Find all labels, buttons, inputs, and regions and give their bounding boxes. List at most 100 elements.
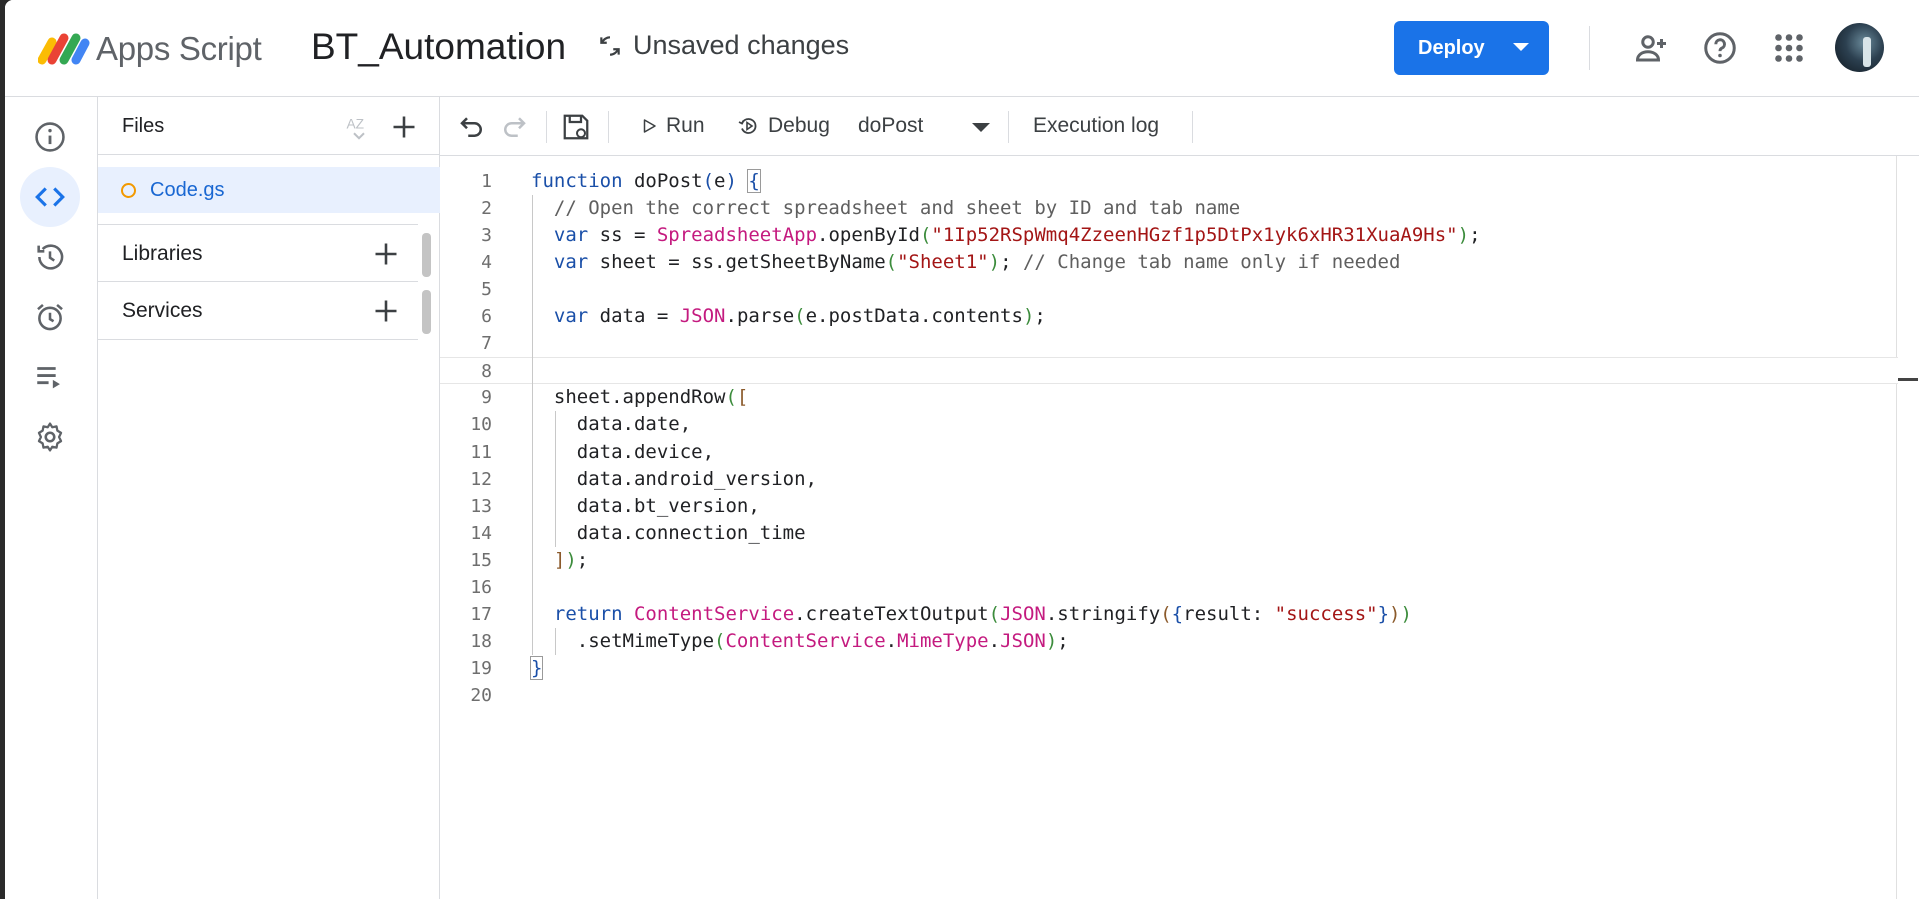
sort-az-icon[interactable]: AZ [344,112,374,142]
code-line[interactable]: 14 data.connection_time [440,520,1898,547]
project-settings-button[interactable] [20,407,80,467]
run-label: Run [666,114,705,137]
function-select[interactable]: doPost [858,114,923,138]
project-title[interactable]: BT_Automation [311,26,566,68]
account-avatar[interactable] [1835,23,1884,72]
code-token: ; [1034,305,1046,328]
info-icon [35,122,65,152]
line-code: } [529,655,544,682]
code-token: [ [736,386,749,409]
file-item-code-gs[interactable]: Code.gs [98,167,440,213]
files-title: Files [122,115,165,137]
debug-button[interactable]: Debug [736,114,830,138]
code-editor[interactable]: 1 function doPost(e) {2 // Open the corre… [440,156,1919,899]
add-file-icon[interactable] [390,113,418,141]
undo-icon[interactable] [457,112,487,142]
executions-button[interactable] [20,347,80,407]
code-token: ; [1057,629,1069,652]
overview-button[interactable] [20,107,80,167]
code-line[interactable]: 5 [440,276,1898,303]
line-number: 17 [470,603,492,625]
left-nav-rail [5,97,98,899]
line-code: return ContentService.createTextOutput(J… [531,601,1412,628]
code-token: "1Ip52RSpWmq4ZzeenHGzf1p5DtPx1yk6xHR31Xu… [931,224,1458,247]
code-token: ) [565,548,577,571]
line-number: 19 [470,657,492,679]
line-number: 15 [470,549,492,571]
add-library-icon[interactable] [372,240,400,268]
indent-guide [532,195,533,655]
line-code: ]); [531,547,588,574]
triggers-button[interactable] [20,287,80,347]
code-line[interactable]: 19} [440,655,1898,682]
libraries-label: Libraries [122,242,203,265]
code-line[interactable]: 11 data.device, [440,439,1898,466]
code-line[interactable]: 9 sheet.appendRow([ [440,384,1898,411]
code-line[interactable]: 6 var data = JSON.parse(e.postData.conte… [440,303,1898,330]
code-line[interactable]: 2 // Open the correct spreadsheet and sh… [440,195,1898,222]
code-token: } [529,655,544,680]
code-line[interactable]: 18 .setMimeType(ContentService.MimeType.… [440,628,1898,655]
execution-log-label: Execution log [1033,114,1160,137]
deploy-dropdown-icon[interactable] [1513,43,1529,51]
code-line[interactable]: 4 var sheet = ss.getSheetByName("Sheet1"… [440,249,1898,276]
libraries-section[interactable]: Libraries [98,224,418,282]
code-line[interactable]: 17 return ContentService.createTextOutpu… [440,601,1898,628]
code-token: ( [714,629,726,652]
code-token: } [1377,602,1390,625]
app-name: Apps Script [96,30,262,67]
executions-list-icon [37,367,60,389]
code-line[interactable]: 3 var ss = SpreadsheetApp.openById("1Ip5… [440,222,1898,249]
code-token: result: [1183,602,1275,625]
gear-icon [37,422,63,452]
code-token: data.device, [531,440,715,463]
code-token: var [553,251,589,274]
indent-guide [555,411,556,547]
share-person-add-icon[interactable] [1633,30,1669,66]
code-token: .stringify [1045,602,1161,625]
line-code: data.bt_version, [531,493,760,520]
svg-text:AZ: AZ [347,116,365,131]
code-token: // Change tab name only if needed [1022,251,1401,274]
code-token: "Sheet1" [897,251,989,274]
execution-log-button[interactable]: Execution log [1033,114,1159,138]
line-code: // Open the correct spreadsheet and shee… [531,195,1240,222]
code-line[interactable]: 10 data.date, [440,411,1898,438]
line-number: 8 [481,361,492,383]
code-line[interactable]: 12 data.android_version, [440,466,1898,493]
add-service-icon[interactable] [372,297,400,325]
line-code: var data = JSON.parse(e.postData.content… [531,303,1046,330]
code-line[interactable]: 13 data.bt_version, [440,493,1898,520]
code-token: . [988,629,1001,652]
services-section[interactable]: Services [98,282,418,340]
function-dropdown-icon[interactable] [972,123,990,132]
save-icon[interactable] [561,112,591,142]
code-token: "success" [1274,602,1378,625]
code-line[interactable]: 7 [440,330,1898,357]
code-token: .parse [725,305,795,328]
libraries-scrollbar[interactable] [422,233,431,277]
debug-label: Debug [768,114,830,137]
line-number: 4 [481,252,492,274]
unsaved-dot-icon [121,183,136,198]
code-token: ContentService [633,602,795,625]
code-token: . [885,629,898,652]
code-line[interactable]: 16 [440,574,1898,601]
code-line[interactable]: 8 [440,357,1898,385]
services-scrollbar[interactable] [422,290,431,334]
code-line[interactable]: 1 function doPost(e) { [440,168,1898,195]
line-number: 12 [470,468,492,490]
help-icon[interactable] [1702,30,1738,66]
deploy-button[interactable]: Deploy [1394,21,1549,75]
apps-script-logo-icon[interactable] [38,28,90,68]
triggers-history-button[interactable] [20,227,80,287]
redo-icon[interactable] [499,112,529,142]
run-button[interactable]: Run [640,114,705,138]
code-token: ( [1160,602,1172,625]
apps-grid-icon[interactable] [1771,30,1807,66]
code-token: JSON [679,305,726,328]
editor-button[interactable] [20,167,80,227]
code-line[interactable]: 15 ]); [440,547,1898,574]
code-line[interactable]: 20 [440,682,1898,709]
code-token: data.bt_version, [531,494,760,517]
